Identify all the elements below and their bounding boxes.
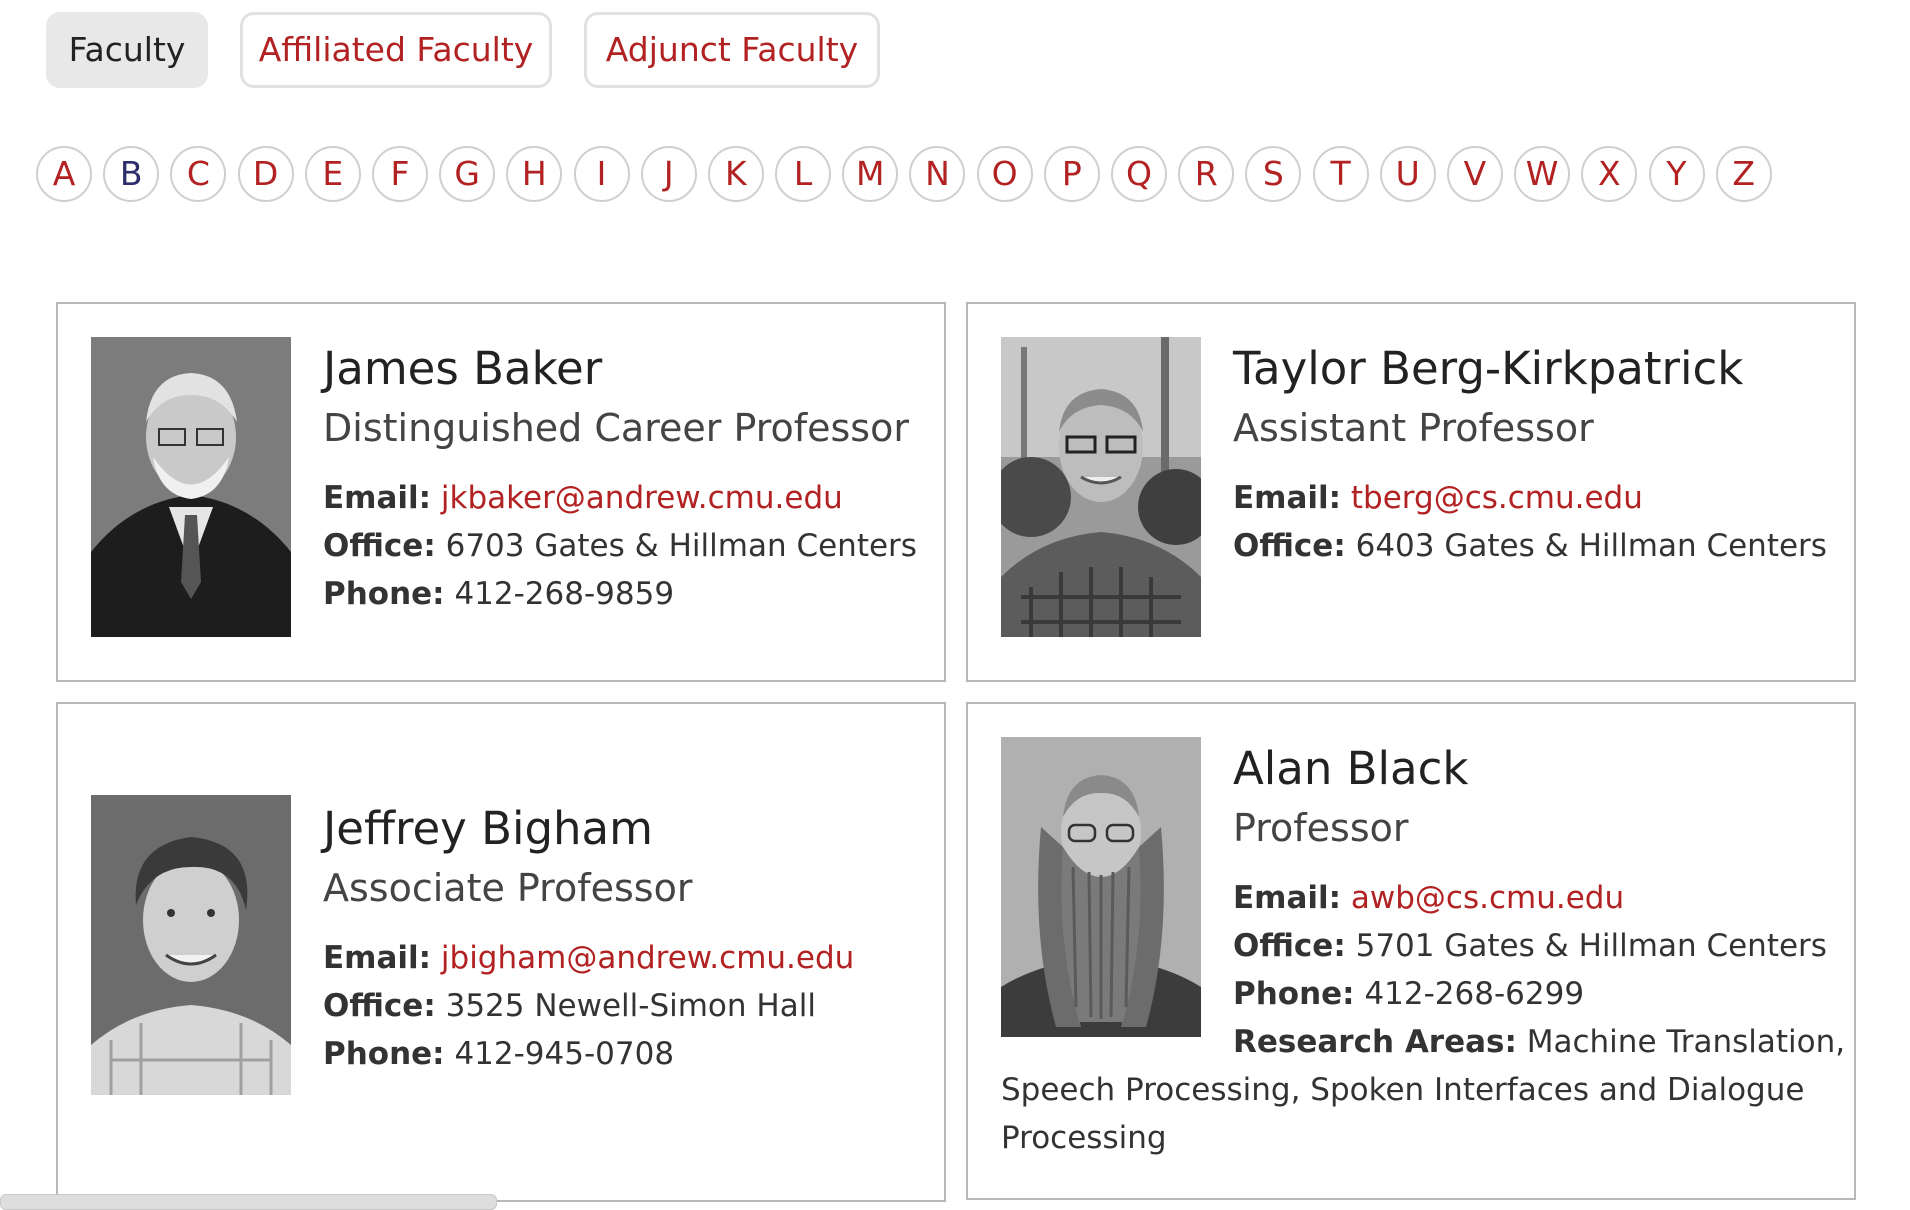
office-value: 6703 Gates & Hillman Centers [445, 528, 917, 564]
phone-value: 412-268-9859 [454, 576, 675, 612]
letter-filter-l[interactable]: L [775, 146, 832, 202]
tab-adjunct-faculty[interactable]: Adjunct Faculty [584, 12, 880, 88]
letter-filter-c[interactable]: C [170, 146, 227, 202]
letter-filter-p[interactable]: P [1043, 146, 1100, 202]
letter-filter-k[interactable]: K [707, 146, 764, 202]
email-label: Email: [1233, 880, 1342, 916]
letter-filter-f[interactable]: F [371, 146, 428, 202]
faculty-photo [91, 795, 291, 1095]
letter-filter-b[interactable]: B [103, 146, 160, 202]
faculty-type-tabs: Faculty Affiliated Faculty Adjunct Facul… [46, 12, 912, 88]
letter-filter-y[interactable]: Y [1648, 146, 1705, 202]
office-value: 6403 Gates & Hillman Centers [1355, 528, 1827, 564]
faculty-contact: Email: jkbaker@andrew.cmu.edu Office: 67… [323, 474, 917, 618]
email-link[interactable]: awb@cs.cmu.edu [1351, 880, 1624, 916]
letter-filter-x[interactable]: X [1581, 146, 1638, 202]
tab-faculty[interactable]: Faculty [46, 12, 208, 88]
email-link[interactable]: jbigham@andrew.cmu.edu [441, 940, 854, 976]
letter-filter-v[interactable]: V [1446, 146, 1503, 202]
office-label: Office: [1233, 528, 1346, 564]
office-label: Office: [323, 528, 436, 564]
letter-filter-e[interactable]: E [304, 146, 361, 202]
faculty-name: James Baker [323, 342, 603, 395]
phone-label: Phone: [323, 576, 445, 612]
faculty-card-alan-black: Alan Black Professor Email: awb@cs.cmu.e… [966, 702, 1856, 1200]
faculty-contact: Email: jbigham@andrew.cmu.edu Office: 35… [323, 934, 854, 1078]
letter-filter-a[interactable]: A [36, 146, 92, 202]
letter-filter-q[interactable]: Q [1111, 146, 1167, 202]
horizontal-scrollbar[interactable] [0, 1194, 497, 1210]
faculty-card-james-baker: James Baker Distinguished Career Profess… [56, 302, 946, 682]
faculty-photo [1001, 337, 1201, 637]
office-label: Office: [1233, 928, 1346, 964]
phone-value: 412-945-0708 [454, 1036, 675, 1072]
faculty-title: Distinguished Career Professor [323, 406, 909, 450]
faculty-name: Alan Black [1233, 742, 1469, 795]
email-label: Email: [323, 480, 432, 516]
email-label: Email: [323, 940, 432, 976]
faculty-name: Taylor Berg-Kirkpatrick [1233, 342, 1744, 395]
faculty-title: Professor [1233, 806, 1409, 850]
office-value: 3525 Newell-Simon Hall [445, 988, 816, 1024]
letter-filter-h[interactable]: H [506, 146, 563, 202]
research-areas-continued: Speech Processing, Spoken Interfaces and… [1001, 1072, 1805, 1156]
letter-filter-o[interactable]: O [976, 146, 1033, 202]
tab-affiliated-faculty[interactable]: Affiliated Faculty [240, 12, 552, 88]
faculty-title: Assistant Professor [1233, 406, 1594, 450]
office-value: 5701 Gates & Hillman Centers [1355, 928, 1827, 964]
letter-filter-u[interactable]: U [1379, 146, 1436, 202]
letter-filter-w[interactable]: W [1514, 146, 1571, 202]
faculty-card-taylor-berg-kirkpatrick: Taylor Berg-Kirkpatrick Assistant Profes… [966, 302, 1856, 682]
faculty-title: Associate Professor [323, 866, 693, 910]
faculty-card-jeffrey-bigham: Jeffrey Bigham Associate Professor Email… [56, 702, 946, 1202]
phone-label: Phone: [323, 1036, 445, 1072]
email-label: Email: [1233, 480, 1342, 516]
email-link[interactable]: tberg@cs.cmu.edu [1351, 480, 1643, 516]
phone-label: Phone: [1233, 976, 1355, 1012]
phone-value: 412-268-6299 [1364, 976, 1585, 1012]
faculty-contact: Email: awb@cs.cmu.edu Office: 5701 Gates… [1233, 874, 1845, 1066]
letter-filter-t[interactable]: T [1312, 146, 1369, 202]
faculty-name: Jeffrey Bigham [323, 802, 653, 855]
letter-filter-g[interactable]: G [439, 146, 496, 202]
office-label: Office: [323, 988, 436, 1024]
letter-filter-z[interactable]: Z [1715, 146, 1772, 202]
research-label: Research Areas: [1233, 1024, 1517, 1060]
letter-filter-d[interactable]: D [237, 146, 294, 202]
alphabet-filter: ABCDEFGHIJKLMNOPQRSTUVWXYZ [36, 146, 1783, 202]
letter-filter-r[interactable]: R [1178, 146, 1235, 202]
faculty-photo [91, 337, 291, 637]
letter-filter-i[interactable]: I [573, 146, 630, 202]
faculty-photo [1001, 737, 1201, 1037]
letter-filter-m[interactable]: M [842, 146, 899, 202]
letter-filter-n[interactable]: N [909, 146, 966, 202]
letter-filter-s[interactable]: S [1245, 146, 1302, 202]
email-link[interactable]: jkbaker@andrew.cmu.edu [441, 480, 843, 516]
letter-filter-j[interactable]: J [640, 146, 697, 202]
faculty-contact: Email: tberg@cs.cmu.edu Office: 6403 Gat… [1233, 474, 1827, 570]
research-areas-line1: Machine Translation, [1526, 1024, 1846, 1060]
